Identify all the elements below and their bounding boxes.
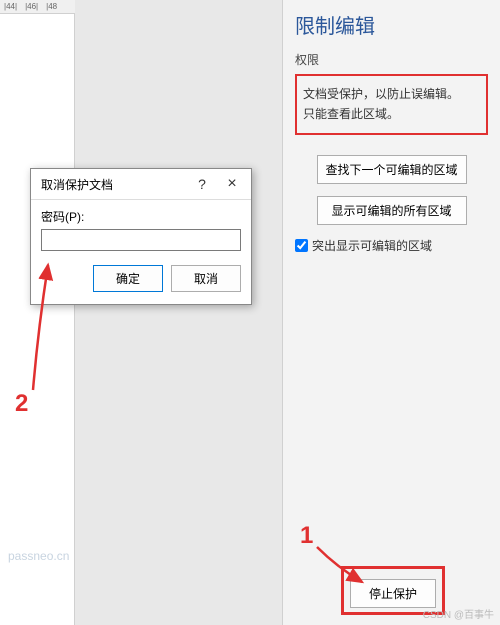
show-all-regions-button[interactable]: 显示可编辑的所有区域 [317, 196, 467, 225]
perm-text-1: 文档受保护，以防止误编辑。 [303, 84, 480, 104]
highlight-checkbox[interactable] [295, 239, 308, 252]
stop-protection-button[interactable]: 停止保护 [350, 579, 436, 608]
dialog-titlebar[interactable]: 取消保护文档 ? × [31, 169, 251, 199]
highlight-checkbox-label: 突出显示可编辑的区域 [312, 237, 432, 254]
find-next-region-button[interactable]: 查找下一个可编辑的区域 [317, 155, 467, 184]
restrict-editing-panel: 限制编辑 权限 文档受保护，以防止误编辑。 只能查看此区域。 查找下一个可编辑的… [282, 0, 500, 625]
panel-title: 限制编辑 [295, 10, 488, 39]
permissions-label: 权限 [295, 51, 488, 68]
unprotect-dialog: 取消保护文档 ? × 密码(P): 确定 取消 [30, 168, 252, 305]
dialog-title: 取消保护文档 [41, 176, 187, 193]
password-label: 密码(P): [41, 208, 241, 225]
annotation-2: 2 [15, 390, 28, 418]
cancel-button[interactable]: 取消 [171, 265, 241, 292]
ruler-mark: |48 [46, 2, 57, 11]
watermark: passneo.cn [8, 549, 69, 563]
password-input[interactable] [41, 229, 241, 251]
help-icon[interactable]: ? [187, 176, 217, 192]
ruler-mark: |46| [25, 2, 38, 11]
highlight-checkbox-row[interactable]: 突出显示可编辑的区域 [295, 237, 488, 254]
ruler-mark: |44| [4, 2, 17, 11]
ok-button[interactable]: 确定 [93, 265, 163, 292]
permissions-info: 文档受保护，以防止误编辑。 只能查看此区域。 [295, 74, 488, 135]
document-area: |44| |46| |48 [0, 0, 75, 625]
dialog-buttons: 确定 取消 [41, 265, 241, 292]
dialog-body: 密码(P): 确定 取消 [31, 199, 251, 304]
annotation-1: 1 [300, 522, 313, 550]
close-icon[interactable]: × [217, 175, 247, 193]
csdn-attribution: CSDN @百事牛 [423, 606, 494, 621]
perm-text-2: 只能查看此区域。 [303, 104, 480, 124]
ruler: |44| |46| |48 [0, 0, 75, 14]
